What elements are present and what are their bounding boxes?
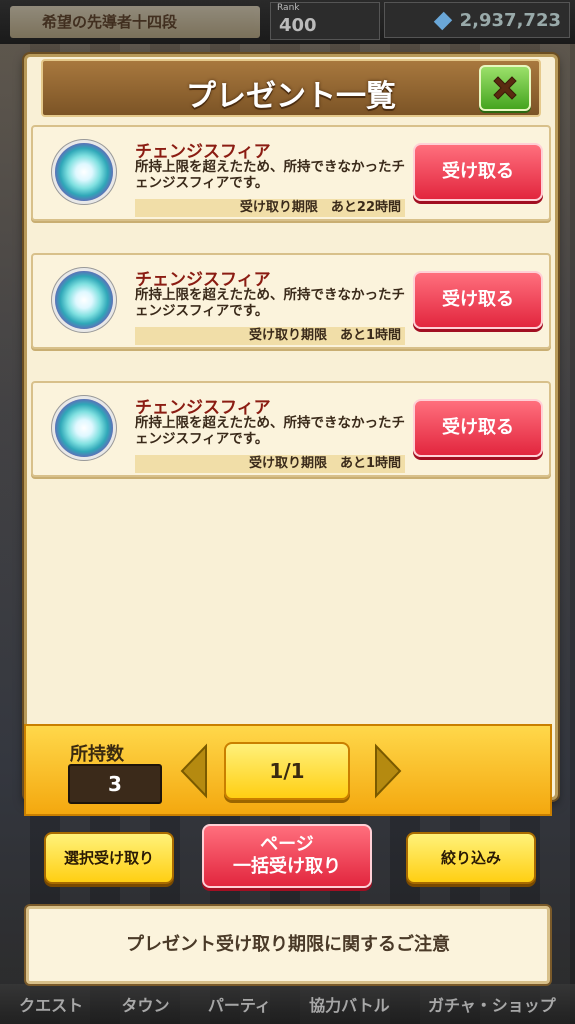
pagination-bar: 所持数 3 1/1 [24, 724, 552, 816]
close-icon [493, 76, 517, 100]
rank-box: Rank 400 [270, 2, 380, 40]
nav-coop-battle[interactable]: 協力バトル [309, 992, 389, 1016]
owned-count-value: 3 [68, 764, 162, 804]
list-item: チェンジスフィア 所持上限を超えたため、所持できなかったチェンジスフィアです。 … [31, 125, 551, 221]
receive-button[interactable]: 受け取る [413, 271, 543, 329]
next-page-arrow-icon[interactable] [370, 742, 406, 800]
gem-icon [433, 11, 453, 31]
list-item: チェンジスフィア 所持上限を超えたため、所持できなかったチェンジスフィアです。 … [31, 381, 551, 477]
close-button[interactable] [479, 65, 531, 111]
owned-count-label: 所持数 [70, 744, 124, 765]
receive-button[interactable]: 受け取る [413, 143, 543, 201]
filter-button[interactable]: 絞り込み [406, 832, 536, 884]
item-deadline: 受け取り期限 あと22時間 [135, 199, 405, 217]
change-sphere-icon [55, 271, 113, 329]
expiry-notice-button[interactable]: プレゼント受け取り期限に関するご注意 [26, 906, 550, 984]
receive-button[interactable]: 受け取る [413, 399, 543, 457]
item-deadline: 受け取り期限 あと1時間 [135, 327, 405, 345]
rank-value: 400 [279, 15, 317, 36]
currency-box: 2,937,723 [384, 2, 570, 38]
nav-gacha-shop[interactable]: ガチャ・ショップ [428, 992, 556, 1016]
page-bulk-receive-line2: 一括受け取り [233, 856, 341, 877]
item-description: 所持上限を超えたため、所持できなかったチェンジスフィアです。 [135, 159, 405, 191]
nav-quest[interactable]: クエスト [19, 992, 83, 1016]
bottom-nav: クエスト タウン パーティ 協力バトル ガチャ・ショップ [0, 984, 575, 1024]
change-sphere-icon [55, 143, 113, 201]
page-indicator: 1/1 [224, 742, 350, 800]
currency-value: 2,937,723 [459, 10, 561, 31]
select-receive-button[interactable]: 選択受け取り [44, 832, 174, 884]
rank-label: Rank [277, 3, 300, 13]
item-description: 所持上限を超えたため、所持できなかったチェンジスフィアです。 [135, 415, 405, 447]
rank-title: 希望の先導者十四段 [10, 6, 260, 38]
item-description: 所持上限を超えたため、所持できなかったチェンジスフィアです。 [135, 287, 405, 319]
prev-page-arrow-icon[interactable] [176, 742, 212, 800]
list-item: チェンジスフィア 所持上限を超えたため、所持できなかったチェンジスフィアです。 … [31, 253, 551, 349]
dialog-header: プレゼント一覧 [41, 59, 541, 117]
dialog-title: プレゼント一覧 [186, 79, 396, 114]
page-bulk-receive-line1: ページ [260, 834, 314, 855]
nav-party[interactable]: パーティ [208, 992, 271, 1016]
present-list-dialog: プレゼント一覧 チェンジスフィア 所持上限を超えたため、所持できなかったチェンジ… [24, 54, 558, 800]
status-bar: 希望の先導者十四段 Rank 400 2,937,723 [0, 0, 575, 44]
nav-town[interactable]: タウン [121, 992, 169, 1016]
change-sphere-icon [55, 399, 113, 457]
page-bulk-receive-button[interactable]: ページ 一括受け取り [202, 824, 372, 888]
item-deadline: 受け取り期限 あと1時間 [135, 455, 405, 473]
